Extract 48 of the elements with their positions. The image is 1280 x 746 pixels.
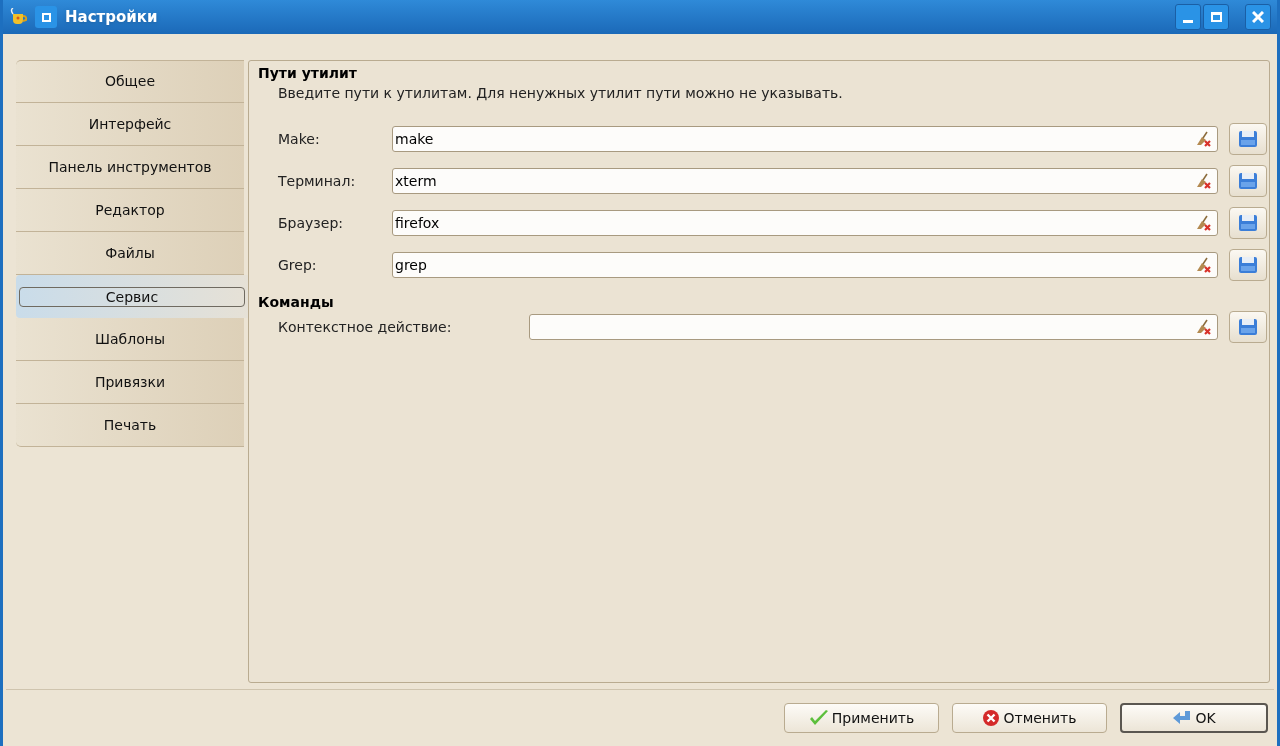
checkmark-icon: [808, 709, 829, 727]
sidebar-tab[interactable]: Панель инструментов: [16, 146, 244, 189]
section-description: Введите пути к утилитам. Для ненужных утилит пути можно не указывать.: [278, 84, 843, 103]
sidebar-tab[interactable]: Интерфейс: [16, 103, 244, 146]
field-label: Терминал:: [278, 171, 357, 191]
sidebar-tab[interactable]: Печать: [16, 404, 244, 447]
cancel-icon: [982, 709, 1001, 727]
minimize-icon: [1183, 20, 1193, 23]
field-label: Grep:: [278, 255, 318, 275]
teapot-icon: [9, 8, 29, 26]
broom-icon[interactable]: [1195, 319, 1211, 335]
square-icon: [41, 12, 51, 22]
save-button[interactable]: [1229, 165, 1267, 197]
save-button[interactable]: [1229, 123, 1267, 155]
save-button[interactable]: [1229, 207, 1267, 239]
close-button[interactable]: [1245, 4, 1271, 30]
sidebar-tab[interactable]: Общее: [16, 60, 244, 103]
cancel-button[interactable]: Отменить: [952, 703, 1107, 733]
broom-icon[interactable]: [1195, 173, 1211, 189]
path-field[interactable]: grep: [392, 252, 1218, 278]
field-label: Браузер:: [278, 213, 345, 233]
path-field[interactable]: firefox: [392, 210, 1218, 236]
maximize-button[interactable]: [1203, 4, 1229, 30]
save-button[interactable]: [1229, 249, 1267, 281]
sidebar-tab[interactable]: Сервис: [16, 275, 248, 318]
close-icon: [1252, 11, 1264, 23]
save-button[interactable]: [1229, 311, 1267, 343]
sidebar-tab[interactable]: Привязки: [16, 361, 244, 404]
sidebar-tab[interactable]: Редактор: [16, 189, 244, 232]
broom-icon[interactable]: [1195, 215, 1211, 231]
broom-icon[interactable]: [1195, 131, 1211, 147]
section-heading: Команды: [258, 293, 334, 312]
sidebar-tab[interactable]: Файлы: [16, 232, 244, 275]
sidebar-tab[interactable]: Шаблоны: [16, 318, 244, 361]
path-field[interactable]: [529, 314, 1218, 340]
broom-icon[interactable]: [1195, 257, 1211, 273]
path-field[interactable]: make: [392, 126, 1218, 152]
field-label: Make:: [278, 129, 321, 149]
minimize-button[interactable]: [1175, 4, 1201, 30]
field-label: Контекстное действие:: [278, 317, 453, 337]
ok-button[interactable]: OK: [1120, 703, 1268, 733]
return-arrow-icon: [1172, 710, 1193, 726]
path-field[interactable]: xterm: [392, 168, 1218, 194]
section-heading: Пути утилит: [258, 64, 357, 83]
window-title: Настройки: [65, 6, 158, 28]
window-menu-button[interactable]: [35, 6, 57, 28]
maximize-icon: [1210, 12, 1222, 22]
apply-button[interactable]: Применить: [784, 703, 939, 733]
